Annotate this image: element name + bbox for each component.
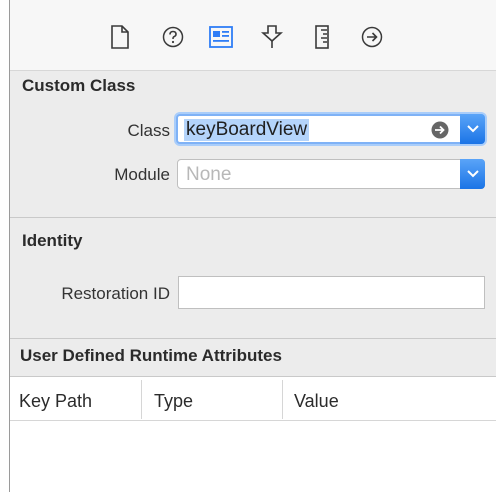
chevron-down-icon xyxy=(466,120,479,138)
file-inspector-icon[interactable] xyxy=(106,23,134,51)
runtime-attributes-table[interactable]: Key Path Type Value xyxy=(10,377,496,492)
class-label: Class xyxy=(127,121,170,140)
attributes-inspector-icon[interactable] xyxy=(258,23,286,51)
go-to-class-icon[interactable] xyxy=(431,121,449,144)
module-input[interactable]: None xyxy=(186,164,231,186)
identity-inspector-icon[interactable] xyxy=(207,23,235,51)
module-combobox[interactable]: None xyxy=(177,159,485,189)
column-header-key-path[interactable]: Key Path xyxy=(19,391,92,412)
class-combobox[interactable]: keyBoardView xyxy=(176,114,485,144)
class-input[interactable]: keyBoardView xyxy=(184,119,310,141)
custom-class-title: Custom Class xyxy=(22,76,136,95)
chevron-down-icon xyxy=(466,165,479,183)
identity-title: Identity xyxy=(22,231,83,250)
connections-inspector-icon[interactable] xyxy=(358,23,386,51)
restoration-id-label: Restoration ID xyxy=(61,284,170,303)
size-inspector-icon[interactable] xyxy=(308,23,336,51)
restoration-id-field[interactable] xyxy=(178,276,485,309)
column-separator xyxy=(141,380,142,419)
module-label: Module xyxy=(114,165,170,184)
module-dropdown-button[interactable] xyxy=(460,159,485,189)
column-header-value[interactable]: Value xyxy=(294,391,339,412)
table-header-divider xyxy=(10,420,496,421)
runtime-attributes-title: User Defined Runtime Attributes xyxy=(20,346,282,365)
inspector-toolbar xyxy=(10,0,496,71)
column-separator xyxy=(282,380,283,419)
column-header-type[interactable]: Type xyxy=(154,391,193,412)
class-dropdown-button[interactable] xyxy=(460,114,485,144)
quick-help-icon[interactable] xyxy=(159,23,187,51)
